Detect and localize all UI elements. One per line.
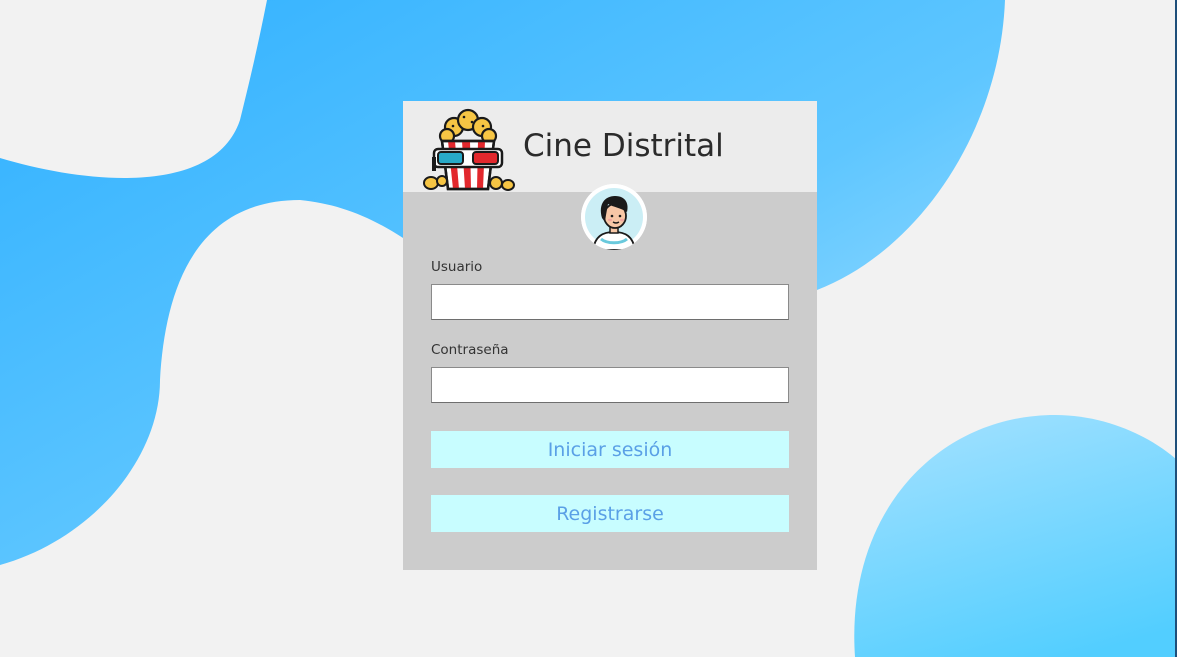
login-button[interactable]: Iniciar sesión (431, 431, 789, 468)
login-card: Cine Distrital Usuario Contraseña Inicia… (403, 101, 817, 570)
password-input[interactable] (431, 367, 789, 403)
password-label: Contraseña (431, 342, 509, 358)
app-title: Cine Distrital (523, 128, 724, 164)
register-button[interactable]: Registrarse (431, 495, 789, 532)
username-input[interactable] (431, 284, 789, 320)
bottom-right-blob (854, 415, 1177, 657)
popcorn-3d-glasses-icon (423, 108, 515, 191)
username-label: Usuario (431, 259, 483, 275)
card-header: Cine Distrital (403, 101, 817, 192)
user-avatar-icon (581, 184, 647, 250)
